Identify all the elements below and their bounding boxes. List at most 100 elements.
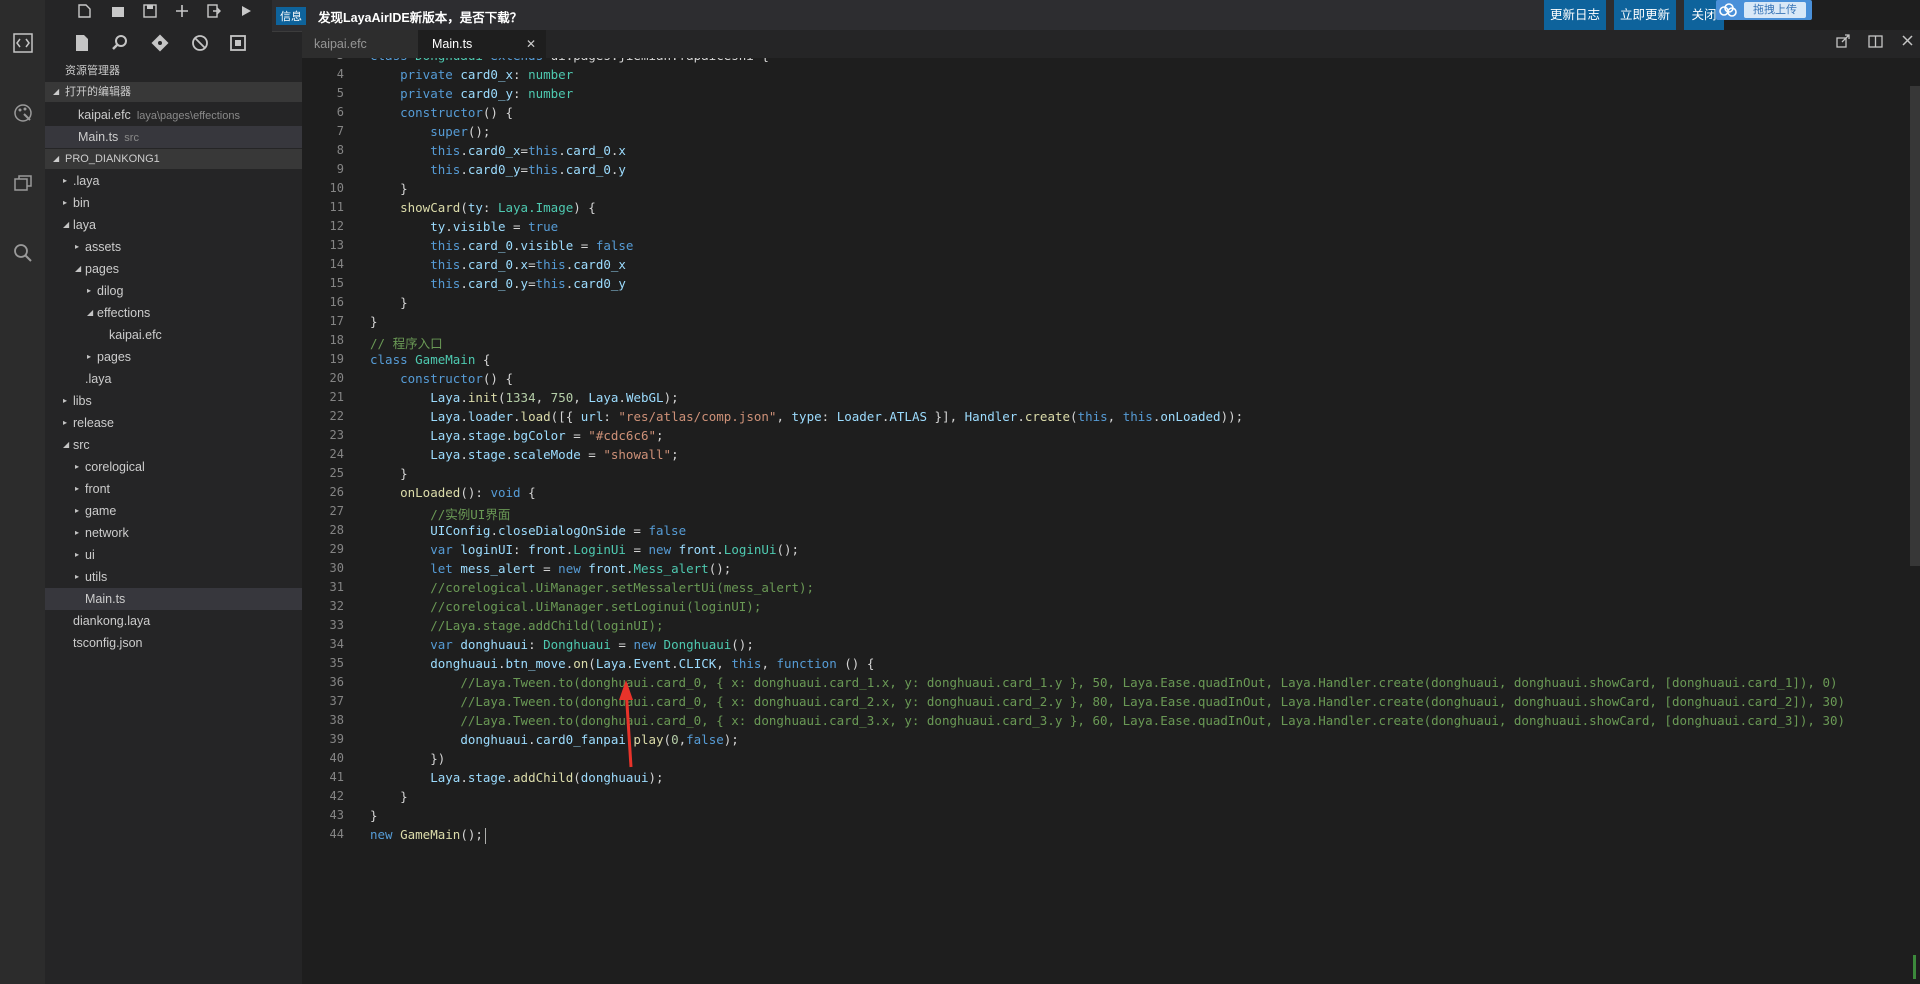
code-line: //Laya.Tween.to(donghuaui.card_0, { x: d…	[370, 713, 1845, 728]
code-icon[interactable]	[0, 20, 45, 65]
tree-item[interactable]: ▸ front	[45, 478, 302, 500]
tree-item[interactable]: tsconfig.json	[45, 632, 302, 654]
code-line: super();	[370, 124, 490, 139]
save-icon[interactable]	[141, 2, 159, 20]
changelog-button[interactable]: 更新日志	[1544, 0, 1606, 31]
code-token: .	[460, 238, 468, 253]
tree-item[interactable]: ◢ effections	[45, 302, 302, 324]
tree-item[interactable]: kaipai.efc	[45, 324, 302, 346]
code-token: card_0	[467, 238, 514, 253]
tab-label: Main.ts	[432, 37, 473, 51]
code-line: //corelogical.UiManager.setLoginui(login…	[370, 599, 761, 614]
tree-item[interactable]: ◢ pages	[45, 258, 302, 280]
tree-item-label: network	[85, 526, 129, 540]
tree-item[interactable]: diankong.laya	[45, 610, 302, 632]
code-token: .	[528, 732, 536, 747]
tree-item[interactable]: ▸ dilog	[45, 280, 302, 302]
tree-item[interactable]: ▸ libs	[45, 390, 302, 412]
code-token: number	[528, 86, 574, 101]
tree-item[interactable]: ▸ network	[45, 522, 302, 544]
tree-item[interactable]: ▸ corelogical	[45, 456, 302, 478]
code-line: constructor() {	[370, 371, 513, 386]
code-token: =	[528, 276, 536, 291]
code-token: class	[370, 352, 416, 367]
code-token: constructor	[400, 371, 483, 386]
open-editor-item[interactable]: Main.ts src	[45, 126, 302, 148]
code-token: (	[663, 732, 672, 747]
search-icon[interactable]	[109, 32, 131, 54]
line-number: 14	[329, 257, 344, 271]
code-token: Laya.Image	[497, 200, 574, 215]
close-icon[interactable]: ✕	[526, 30, 536, 58]
tree-item[interactable]: ▸ pages	[45, 346, 302, 368]
chevron-down-icon: ◢	[87, 308, 94, 317]
tree-item[interactable]: ▸ utils	[45, 566, 302, 588]
search-icon[interactable]	[0, 230, 45, 275]
code-token: ,	[1107, 409, 1123, 424]
play-icon[interactable]	[237, 2, 255, 20]
code-token: this	[535, 257, 566, 272]
chevron-down-icon: ◢	[75, 264, 82, 273]
extensions-icon[interactable]	[227, 32, 249, 54]
files-icon[interactable]	[71, 32, 93, 54]
code-token: card0_x	[460, 67, 514, 82]
code-line: //Laya.Tween.to(donghuaui.card_0, { x: d…	[370, 675, 1838, 690]
tree-item[interactable]: ◢ laya	[45, 214, 302, 236]
code-line: Laya.stage.bgColor = "#cdc6c6";	[370, 428, 663, 443]
tree-item-label: corelogical	[85, 460, 145, 474]
tree-item[interactable]: .laya	[45, 368, 302, 390]
code-token: ();	[708, 561, 732, 576]
git-icon[interactable]	[149, 32, 171, 54]
tree-item[interactable]: ▸ ui	[45, 544, 302, 566]
code-line: var donghuaui: Donghuaui = new Donghuaui…	[370, 637, 754, 652]
tree-item[interactable]: Main.ts	[45, 588, 302, 610]
code-token: );	[648, 770, 664, 785]
code-editor[interactable]: 3 class Donghuaui extends ui.pages.jiemia…	[302, 58, 1920, 984]
code-line: donghuaui.card0_fanpai.play(0,false);	[370, 732, 739, 747]
update-now-button[interactable]: 立即更新	[1614, 0, 1676, 31]
tree-item[interactable]: ▸ release	[45, 412, 302, 434]
open-editor-item[interactable]: kaipai.efc laya\pages\effections	[45, 104, 302, 126]
open-folder-icon[interactable]	[109, 2, 127, 20]
tree-item[interactable]: ▸ bin	[45, 192, 302, 214]
notification-message: 发现LayaAirIDE新版本，是否下载？	[318, 11, 523, 25]
code-line: this.card0_y=this.card_0.y	[370, 162, 626, 177]
code-token: }	[370, 314, 378, 329]
code-token: ,	[716, 656, 732, 671]
line-number: 23	[329, 428, 344, 442]
split-editor-icon[interactable]	[1866, 34, 1884, 53]
tree-item[interactable]: ◢ src	[45, 434, 302, 456]
editor-scrollbar[interactable]	[1910, 86, 1920, 566]
project-header[interactable]: ◢ PRO_DIANKONG1	[45, 149, 302, 169]
chevron-right-icon: ▸	[75, 550, 80, 559]
tab-kaipai-efc[interactable]: kaipai.efc	[302, 30, 418, 58]
code-token: front	[678, 542, 717, 557]
code-line: //corelogical.UiManager.setMessalertUi(m…	[370, 580, 814, 595]
code-token: //corelogical.UiManager.setMessalertUi(m…	[430, 580, 815, 595]
cloud-icon	[1716, 0, 1740, 20]
debug-icon[interactable]	[189, 32, 211, 54]
open-changes-icon[interactable]	[1834, 34, 1852, 53]
close-editor-icon[interactable]	[1898, 34, 1916, 51]
tree-item[interactable]: ▸ .laya	[45, 170, 302, 192]
export-icon[interactable]	[205, 2, 223, 20]
code-line: this.card_0.x=this.card0_x	[370, 257, 626, 272]
windows-icon[interactable]	[0, 160, 45, 205]
code-token: }	[370, 808, 378, 823]
code-token: //实例UI界面	[430, 507, 511, 522]
new-file-icon[interactable]	[75, 2, 93, 20]
tab-main-ts[interactable]: Main.ts ✕	[418, 30, 546, 58]
drag-upload-widget[interactable]: 拖拽上传	[1716, 0, 1812, 20]
tree-item[interactable]: ▸ assets	[45, 236, 302, 258]
tree-item-label: effections	[97, 306, 151, 320]
compile-icon[interactable]	[173, 2, 191, 20]
code-token: //Laya.Tween.to(donghuaui.card_0, { x: d…	[460, 675, 1838, 690]
code-token: card_0	[467, 257, 514, 272]
open-editors-header[interactable]: ◢ 打开的编辑器	[45, 82, 302, 102]
code-line: // 程序入口	[370, 333, 443, 352]
palette-icon[interactable]	[0, 90, 45, 135]
tree-item[interactable]: ▸ game	[45, 500, 302, 522]
